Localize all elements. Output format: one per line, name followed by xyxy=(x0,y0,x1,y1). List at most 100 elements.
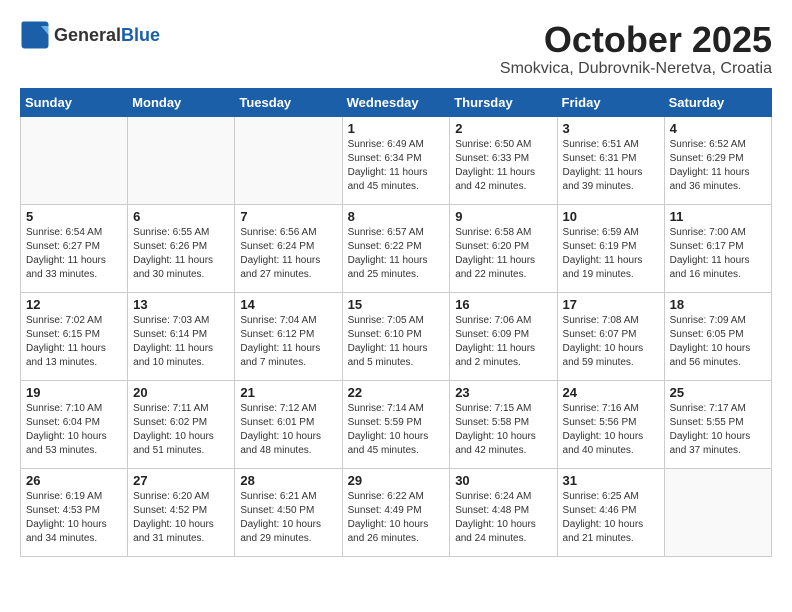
calendar-cell: 27Sunrise: 6:20 AM Sunset: 4:52 PM Dayli… xyxy=(128,468,235,556)
calendar-cell: 30 Sunrise: 6:24 AM Sunset: 4:48 PM Dayli… xyxy=(450,468,557,556)
calendar-cell: 25Sunrise: 7:17 AM Sunset: 5:55 PM Dayli… xyxy=(664,380,771,468)
day-info: Sunrise: 7:12 AM Sunset: 6:01 PM Dayligh… xyxy=(240,402,336,458)
day-number: 21 xyxy=(240,385,336,400)
calendar-cell: 4 Sunrise: 6:52 AM Sunset: 6:29 PM Daylig… xyxy=(664,116,771,204)
day-info: Sunrise: 7:14 AM Sunset: 5:59 PM Dayligh… xyxy=(348,402,445,458)
weekday-header-wednesday: Wednesday xyxy=(342,88,450,116)
calendar-cell xyxy=(128,116,235,204)
day-info: Sunrise: 6:52 AM Sunset: 6:29 PM Dayligh… xyxy=(670,138,766,194)
day-number: 29 xyxy=(348,473,445,488)
title-section: October 2025 Smokvica, Dubrovnik-Neretva… xyxy=(500,20,772,78)
logo-blue: Blue xyxy=(121,25,160,45)
calendar-cell: 29 Sunrise: 6:22 AM Sunset: 4:49 PM Dayli… xyxy=(342,468,450,556)
weekday-header-row: SundayMondayTuesdayWednesdayThursdayFrid… xyxy=(21,88,772,116)
day-number: 15 xyxy=(348,297,445,312)
day-info: Sunrise: 6:25 AM Sunset: 4:46 PM Dayligh… xyxy=(563,490,659,546)
calendar-cell: 24Sunrise: 7:16 AM Sunset: 5:56 PM Dayli… xyxy=(557,380,664,468)
calendar-cell: 20 Sunrise: 7:11 AM Sunset: 6:02 PM Dayli… xyxy=(128,380,235,468)
day-number: 13 xyxy=(133,297,229,312)
calendar-cell: 28 Sunrise: 6:21 AM Sunset: 4:50 PM Dayli… xyxy=(235,468,342,556)
weekday-header-saturday: Saturday xyxy=(664,88,771,116)
day-info: Sunrise: 6:50 AM Sunset: 6:33 PM Dayligh… xyxy=(455,138,551,194)
calendar-week-row: 19Sunrise: 7:10 AM Sunset: 6:04 PM Dayli… xyxy=(21,380,772,468)
day-number: 3 xyxy=(563,121,659,136)
day-info: Sunrise: 7:06 AM Sunset: 6:09 PM Dayligh… xyxy=(455,314,551,370)
calendar-week-row: 26Sunrise: 6:19 AM Sunset: 4:53 PM Dayli… xyxy=(21,468,772,556)
day-info: Sunrise: 6:56 AM Sunset: 6:24 PM Dayligh… xyxy=(240,226,336,282)
day-number: 20 xyxy=(133,385,229,400)
day-number: 12 xyxy=(26,297,122,312)
day-number: 28 xyxy=(240,473,336,488)
calendar-cell: 10 Sunrise: 6:59 AM Sunset: 6:19 PM Dayli… xyxy=(557,204,664,292)
month-title: October 2025 xyxy=(500,20,772,60)
page-header: GeneralBlue October 2025 Smokvica, Dubro… xyxy=(20,20,772,78)
day-number: 11 xyxy=(670,209,766,224)
day-info: Sunrise: 6:21 AM Sunset: 4:50 PM Dayligh… xyxy=(240,490,336,546)
calendar-cell: 7 Sunrise: 6:56 AM Sunset: 6:24 PM Daylig… xyxy=(235,204,342,292)
day-number: 10 xyxy=(563,209,659,224)
day-number: 19 xyxy=(26,385,122,400)
calendar-cell: 3 Sunrise: 6:51 AM Sunset: 6:31 PM Daylig… xyxy=(557,116,664,204)
day-number: 2 xyxy=(455,121,551,136)
calendar-cell xyxy=(21,116,128,204)
day-info: Sunrise: 7:08 AM Sunset: 6:07 PM Dayligh… xyxy=(563,314,659,370)
logo-icon xyxy=(20,20,50,50)
day-info: Sunrise: 7:03 AM Sunset: 6:14 PM Dayligh… xyxy=(133,314,229,370)
calendar-cell: 8 Sunrise: 6:57 AM Sunset: 6:22 PM Daylig… xyxy=(342,204,450,292)
day-info: Sunrise: 7:11 AM Sunset: 6:02 PM Dayligh… xyxy=(133,402,229,458)
day-number: 6 xyxy=(133,209,229,224)
day-number: 4 xyxy=(670,121,766,136)
day-info: Sunrise: 7:04 AM Sunset: 6:12 PM Dayligh… xyxy=(240,314,336,370)
calendar-cell: 26Sunrise: 6:19 AM Sunset: 4:53 PM Dayli… xyxy=(21,468,128,556)
calendar-table: SundayMondayTuesdayWednesdayThursdayFrid… xyxy=(20,88,772,557)
calendar-cell: 12 Sunrise: 7:02 AM Sunset: 6:15 PM Dayli… xyxy=(21,292,128,380)
day-info: Sunrise: 6:55 AM Sunset: 6:26 PM Dayligh… xyxy=(133,226,229,282)
day-number: 9 xyxy=(455,209,551,224)
day-info: Sunrise: 7:00 AM Sunset: 6:17 PM Dayligh… xyxy=(670,226,766,282)
day-number: 31 xyxy=(563,473,659,488)
calendar-cell xyxy=(664,468,771,556)
day-info: Sunrise: 6:24 AM Sunset: 4:48 PM Dayligh… xyxy=(455,490,551,546)
calendar-cell xyxy=(235,116,342,204)
calendar-cell: 9 Sunrise: 6:58 AM Sunset: 6:20 PM Daylig… xyxy=(450,204,557,292)
day-info: Sunrise: 6:57 AM Sunset: 6:22 PM Dayligh… xyxy=(348,226,445,282)
day-number: 5 xyxy=(26,209,122,224)
day-info: Sunrise: 6:49 AM Sunset: 6:34 PM Dayligh… xyxy=(348,138,445,194)
weekday-header-thursday: Thursday xyxy=(450,88,557,116)
day-info: Sunrise: 6:59 AM Sunset: 6:19 PM Dayligh… xyxy=(563,226,659,282)
calendar-cell: 14 Sunrise: 7:04 AM Sunset: 6:12 PM Dayli… xyxy=(235,292,342,380)
logo: GeneralBlue xyxy=(20,20,160,50)
day-number: 18 xyxy=(670,297,766,312)
weekday-header-monday: Monday xyxy=(128,88,235,116)
calendar-cell: 6 Sunrise: 6:55 AM Sunset: 6:26 PM Daylig… xyxy=(128,204,235,292)
day-info: Sunrise: 6:58 AM Sunset: 6:20 PM Dayligh… xyxy=(455,226,551,282)
day-info: Sunrise: 6:54 AM Sunset: 6:27 PM Dayligh… xyxy=(26,226,122,282)
calendar-cell: 18 Sunrise: 7:09 AM Sunset: 6:05 PM Dayli… xyxy=(664,292,771,380)
day-number: 22 xyxy=(348,385,445,400)
day-info: Sunrise: 7:09 AM Sunset: 6:05 PM Dayligh… xyxy=(670,314,766,370)
calendar-cell: 23Sunrise: 7:15 AM Sunset: 5:58 PM Dayli… xyxy=(450,380,557,468)
day-number: 7 xyxy=(240,209,336,224)
day-number: 8 xyxy=(348,209,445,224)
day-number: 25 xyxy=(670,385,766,400)
day-number: 30 xyxy=(455,473,551,488)
day-number: 1 xyxy=(348,121,445,136)
day-number: 27 xyxy=(133,473,229,488)
weekday-header-sunday: Sunday xyxy=(21,88,128,116)
day-info: Sunrise: 7:16 AM Sunset: 5:56 PM Dayligh… xyxy=(563,402,659,458)
day-info: Sunrise: 6:19 AM Sunset: 4:53 PM Dayligh… xyxy=(26,490,122,546)
day-number: 16 xyxy=(455,297,551,312)
calendar-week-row: 12 Sunrise: 7:02 AM Sunset: 6:15 PM Dayli… xyxy=(21,292,772,380)
day-number: 23 xyxy=(455,385,551,400)
day-number: 14 xyxy=(240,297,336,312)
day-info: Sunrise: 6:22 AM Sunset: 4:49 PM Dayligh… xyxy=(348,490,445,546)
logo-text: GeneralBlue xyxy=(54,25,160,46)
day-info: Sunrise: 7:02 AM Sunset: 6:15 PM Dayligh… xyxy=(26,314,122,370)
calendar-cell: 17Sunrise: 7:08 AM Sunset: 6:07 PM Dayli… xyxy=(557,292,664,380)
calendar-cell: 22 Sunrise: 7:14 AM Sunset: 5:59 PM Dayli… xyxy=(342,380,450,468)
logo-general: General xyxy=(54,25,121,45)
day-info: Sunrise: 6:51 AM Sunset: 6:31 PM Dayligh… xyxy=(563,138,659,194)
calendar-cell: 5 Sunrise: 6:54 AM Sunset: 6:27 PM Daylig… xyxy=(21,204,128,292)
weekday-header-friday: Friday xyxy=(557,88,664,116)
calendar-cell: 21 Sunrise: 7:12 AM Sunset: 6:01 PM Dayli… xyxy=(235,380,342,468)
